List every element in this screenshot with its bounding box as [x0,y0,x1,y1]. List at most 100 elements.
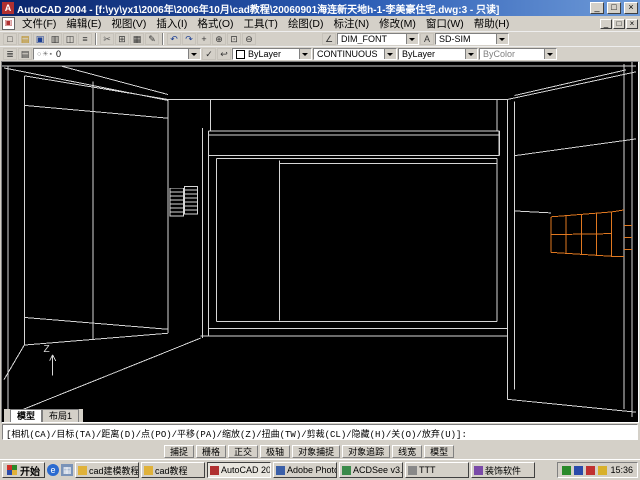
maximize-button[interactable]: □ [607,2,621,14]
start-label: 开始 [20,466,40,478]
layer-combo[interactable]: ○☀▪ 0 [33,48,201,60]
polar-toggle[interactable]: 极轴 [260,444,291,458]
color-combo[interactable]: ByLayer [232,48,312,60]
task-label: cad建模教程 [89,465,139,476]
layer-manager-icon[interactable]: ≣ [3,48,17,60]
menu-file[interactable]: 文件(F) [17,16,61,31]
close-button[interactable]: × [624,2,638,14]
copy-icon[interactable]: ⊞ [115,33,129,45]
text-style-icon[interactable]: A [420,33,434,45]
dim-style-icon[interactable]: ∠ [322,33,336,45]
menu-draw[interactable]: 绘图(D) [283,16,329,31]
start-button[interactable]: 开始 [2,462,45,478]
plotstyle-value: ByColor [483,49,516,59]
grid-toggle[interactable]: 栅格 [196,444,227,458]
chevron-down-icon[interactable] [384,49,396,59]
menu-modify[interactable]: 修改(M) [374,16,421,31]
chevron-down-icon[interactable] [406,34,418,44]
layer-previous-icon[interactable]: ↩ [217,48,231,60]
task-label: Adobe Photo... [287,465,336,475]
menu-tools[interactable]: 工具(T) [239,16,283,31]
menu-format[interactable]: 格式(O) [192,16,238,31]
match-properties-icon[interactable]: ✎ [145,33,159,45]
doc-restore-button[interactable]: □ [613,18,625,29]
chevron-down-icon[interactable] [496,34,508,44]
menu-window[interactable]: 窗口(W) [421,16,469,31]
color-value: ByLayer [248,49,282,59]
plot-icon[interactable]: ▥ [48,33,62,45]
windows-logo-icon [7,465,17,475]
undo-icon[interactable]: ↶ [167,33,181,45]
task-cad-tutorial-folder[interactable]: cad教程 [141,462,205,478]
photoshop-icon [276,465,285,475]
command-window: [相机(CA)/目标(TA)/距离(D)/点(PO)/平移(PA)/缩放(Z)/… [0,423,640,443]
task-autocad[interactable]: AutoCAD 200... [207,462,271,478]
doc-minimize-button[interactable]: _ [600,18,612,29]
task-label: AutoCAD 200... [221,465,271,475]
title-bar: A AutoCAD 2004 - [f:\yy\yx1\2006年\2006年1… [0,0,640,16]
task-cad-modeling-folder[interactable]: cad建模教程 [75,462,139,478]
task-decor-software[interactable]: 装饰软件 [471,462,535,478]
lineweight-combo[interactable]: ByLayer [398,48,478,60]
doc-close-button[interactable]: × [626,18,638,29]
save-icon[interactable]: ▣ [33,33,47,45]
tray-icon-1[interactable] [562,465,572,475]
plot-preview-icon[interactable]: ◫ [63,33,77,45]
task-ttt[interactable]: TTT [405,462,469,478]
tray-icon-2[interactable] [574,465,584,475]
make-layer-current-icon[interactable]: ✓ [202,48,216,60]
drawing-viewport[interactable]: Z 模型 布局1 [1,61,639,423]
document-icon: ▣ [2,17,15,30]
model-space-toggle[interactable]: 模型 [424,444,455,458]
text-style-combo[interactable]: SD-SIM [435,33,509,45]
menu-help[interactable]: 帮助(H) [469,16,515,31]
tray-icon-4[interactable] [598,465,608,475]
pan-icon[interactable]: + [197,33,211,45]
chevron-down-icon[interactable] [465,49,477,59]
task-label: ACDSee v3.1... [353,465,403,475]
task-photoshop[interactable]: Adobe Photo... [273,462,337,478]
ortho-toggle[interactable]: 正交 [228,444,259,458]
chevron-down-icon[interactable] [188,49,200,59]
linetype-value: CONTINUOUS [317,49,378,59]
publish-icon[interactable]: ≡ [78,33,92,45]
quicklaunch-ie-icon[interactable]: e [47,464,59,476]
wireframe-model[interactable]: Z [2,62,638,422]
folder-icon [144,465,153,475]
zoom-previous-icon[interactable]: ⊖ [242,33,256,45]
layers-properties-toolbar: ≣ ▤ ○☀▪ 0 ✓ ↩ ByLayer CONTINUOUS ByLayer… [0,46,640,61]
window-title: AutoCAD 2004 - [f:\yy\yx1\2006年\2006年10月… [17,4,500,16]
cut-icon[interactable]: ✂ [100,33,114,45]
linetype-combo[interactable]: CONTINUOUS [313,48,397,60]
menu-edit[interactable]: 编辑(E) [61,16,106,31]
zoom-window-icon[interactable]: ⊡ [227,33,241,45]
otrack-toggle[interactable]: 对象追踪 [342,444,391,458]
dim-style-combo[interactable]: DIM_FONT [337,33,419,45]
tab-layout1[interactable]: 布局1 [42,409,80,422]
minimize-button[interactable]: _ [590,2,604,14]
lineweight-toggle[interactable]: 线宽 [392,444,423,458]
tray-icon-3[interactable] [586,465,596,475]
bylayer-color-swatch [236,49,245,59]
snap-toggle[interactable]: 捕捉 [164,444,195,458]
menu-view[interactable]: 视图(V) [106,16,151,31]
layer-state-icons: ○☀▪ [37,51,53,58]
text-style-value: SD-SIM [439,34,471,44]
quicklaunch-desktop-icon[interactable]: ▦ [61,464,73,476]
task-acdsee[interactable]: ACDSee v3.1... [339,462,403,478]
chevron-down-icon [544,49,556,59]
command-line-input[interactable]: [相机(CA)/目标(TA)/距离(D)/点(PO)/平移(PA)/缩放(Z)/… [2,424,638,440]
open-file-icon[interactable]: ▤ [18,33,32,45]
redo-icon[interactable]: ↷ [182,33,196,45]
osnap-toggle[interactable]: 对象捕捉 [292,444,341,458]
zoom-realtime-icon[interactable]: ⊕ [212,33,226,45]
menu-dimension[interactable]: 标注(N) [329,16,375,31]
tab-model[interactable]: 模型 [10,409,43,422]
new-file-icon[interactable]: □ [3,33,17,45]
windows-taskbar: 开始 e ▦ cad建模教程 cad教程 AutoCAD 200... Adob… [0,459,640,480]
layer-states-icon[interactable]: ▤ [18,48,32,60]
paste-icon[interactable]: ▦ [130,33,144,45]
toolbar-separator [162,33,164,45]
chevron-down-icon[interactable] [299,49,311,59]
menu-insert[interactable]: 插入(I) [151,16,192,31]
